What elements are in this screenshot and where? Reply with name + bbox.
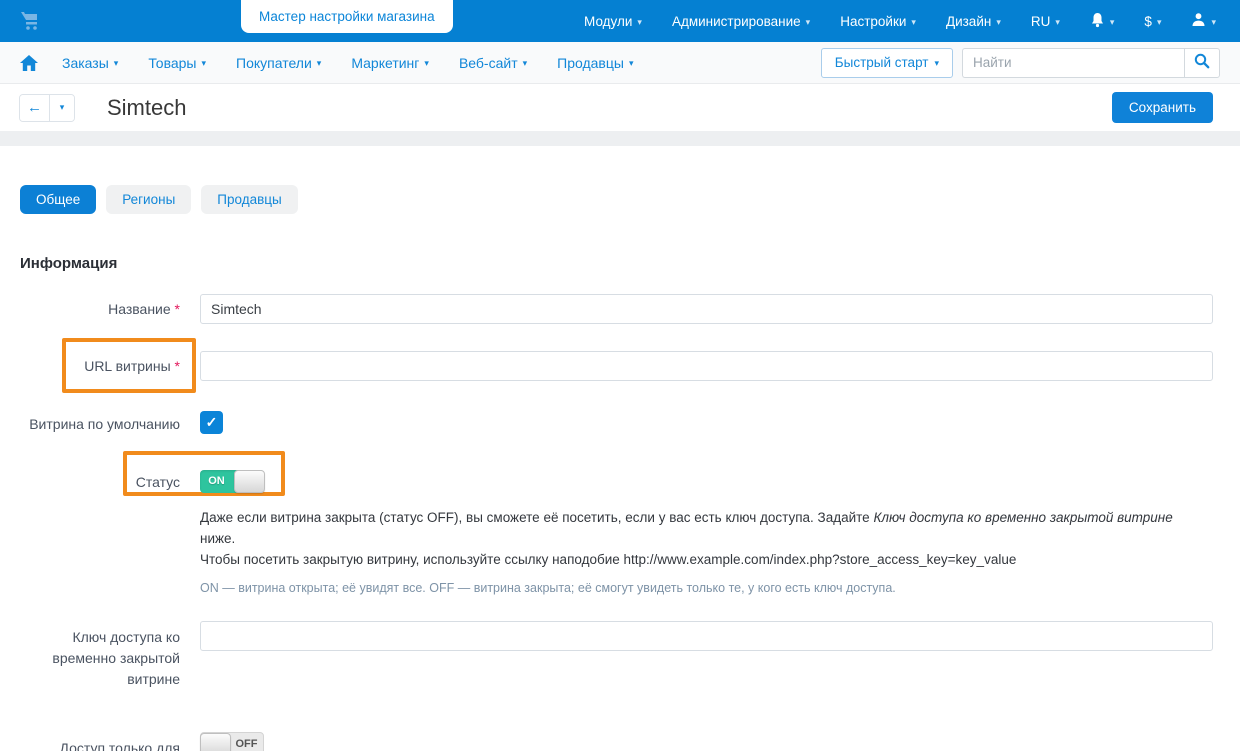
home-icon[interactable]	[20, 55, 38, 71]
top-admin-bar: Мастер настройки магазина Модули▾ Админи…	[0, 0, 1240, 42]
menu-settings[interactable]: Настройки▾	[840, 14, 916, 29]
nav-website[interactable]: Веб-сайт▾	[459, 55, 527, 71]
storefront-settings-page: Мастер настройки магазина Модули▾ Админи…	[0, 0, 1240, 751]
main-navbar: Заказы▾ Товары▾ Покупатели▾ Маркетинг▾ В…	[0, 42, 1240, 84]
cart-icon[interactable]	[20, 11, 42, 31]
menu-language[interactable]: RU▾	[1031, 14, 1060, 29]
menu-modules[interactable]: Модули▾	[584, 14, 642, 29]
menu-design[interactable]: Дизайн▾	[946, 14, 1001, 29]
name-label: Название *	[20, 299, 180, 320]
chevron-down-icon: ▾	[1110, 18, 1115, 27]
tab-general[interactable]: Общее	[20, 185, 96, 214]
status-label: Статус	[20, 470, 180, 493]
chevron-down-icon: ▾	[1211, 18, 1216, 27]
section-title-information: Информация	[20, 255, 1213, 272]
back-split-button: ← ▾	[19, 94, 75, 122]
tabs: Общее Регионы Продавцы	[20, 185, 1213, 214]
main-content: Общее Регионы Продавцы Информация Назван…	[0, 146, 1240, 751]
divider-strip	[0, 131, 1240, 146]
chevron-down-icon: ▾	[911, 18, 916, 27]
toggle-knob	[234, 470, 265, 493]
chevron-down-icon: ▾	[523, 59, 528, 68]
user-icon	[1191, 12, 1206, 30]
status-help-text: Даже если витрина закрыта (статус OFF), …	[200, 507, 1190, 570]
currency-menu[interactable]: $▾	[1144, 14, 1161, 29]
required-marker: *	[175, 301, 180, 317]
auth-only-label: Доступ только для авторизованных покупат…	[20, 732, 180, 751]
field-row-name: Название *	[20, 294, 1213, 324]
toggle-knob	[200, 733, 231, 751]
field-row-storefront-url: URL витрины *	[20, 351, 1213, 381]
chevron-down-icon: ▾	[629, 59, 634, 68]
auth-only-toggle-state: OFF	[230, 733, 263, 751]
auth-only-toggle[interactable]: OFF	[200, 732, 264, 751]
field-row-status: Статус ON Даже если витрина закрыта (ста…	[20, 470, 1213, 597]
storefront-url-label: URL витрины *	[20, 356, 180, 377]
access-key-label: Ключ доступа ко временно закрытой витрин…	[20, 621, 180, 690]
status-toggle-state: ON	[200, 470, 233, 493]
default-storefront-label: Витрина по умолчанию	[20, 411, 180, 435]
bell-icon	[1090, 12, 1105, 31]
user-account-menu[interactable]: ▾	[1191, 12, 1216, 30]
chevron-down-icon: ▾	[1157, 18, 1162, 27]
storefront-url-input[interactable]	[200, 351, 1213, 381]
back-button[interactable]: ←	[20, 95, 49, 121]
search-button[interactable]	[1184, 48, 1220, 78]
chevron-down-icon: ▾	[424, 59, 429, 68]
chevron-down-icon: ▾	[637, 18, 642, 27]
back-dropdown-button[interactable]: ▾	[49, 95, 74, 121]
nav-orders[interactable]: Заказы▾	[62, 55, 118, 71]
search-input[interactable]	[962, 48, 1184, 78]
chevron-down-icon: ▾	[317, 59, 322, 68]
required-marker: *	[175, 358, 180, 374]
page-title: Simtech	[107, 95, 186, 121]
chevron-down-icon: ▾	[806, 18, 811, 27]
status-muted-text: ON — витрина открыта; её увидят все. OFF…	[200, 579, 1190, 597]
menu-administration[interactable]: Администрирование▾	[672, 14, 810, 29]
save-button[interactable]: Сохранить	[1112, 92, 1213, 123]
currency-symbol: $	[1144, 14, 1152, 29]
status-toggle[interactable]: ON	[200, 470, 264, 493]
field-row-access-key: Ключ доступа ко временно закрытой витрин…	[20, 621, 1213, 690]
store-setup-wizard-button[interactable]: Мастер настройки магазина	[241, 0, 453, 33]
access-key-input[interactable]	[200, 621, 1213, 651]
chevron-down-icon: ▾	[202, 59, 207, 68]
quick-start-button[interactable]: Быстрый старт▾	[821, 48, 953, 78]
checkmark-icon: ✓	[206, 414, 218, 431]
top-menu: Модули▾ Администрирование▾ Настройки▾ Ди…	[584, 12, 1240, 31]
storefront-form: Название * URL витрины * Витрина по умол…	[20, 294, 1213, 751]
field-row-default-storefront: Витрина по умолчанию ✓	[20, 411, 1213, 435]
nav-marketing[interactable]: Маркетинг▾	[351, 55, 429, 71]
notifications-menu[interactable]: ▾	[1090, 12, 1115, 31]
nav-customers[interactable]: Покупатели▾	[236, 55, 321, 71]
tab-regions[interactable]: Регионы	[106, 185, 191, 214]
chevron-down-icon: ▾	[114, 59, 119, 68]
search-icon	[1194, 53, 1210, 72]
nav-products[interactable]: Товары▾	[148, 55, 206, 71]
nav-vendors[interactable]: Продавцы▾	[557, 55, 633, 71]
chevron-down-icon: ▾	[996, 18, 1001, 27]
name-input[interactable]	[200, 294, 1213, 324]
tab-vendors[interactable]: Продавцы	[201, 185, 297, 214]
page-header: ← ▾ Simtech Сохранить	[0, 84, 1240, 131]
default-storefront-checkbox[interactable]: ✓	[200, 411, 223, 434]
navbar-right: Быстрый старт▾	[821, 48, 1220, 78]
chevron-down-icon: ▾	[1055, 18, 1060, 27]
chevron-down-icon: ▾	[934, 59, 939, 68]
search-group	[962, 48, 1220, 78]
field-row-auth-only: Доступ только для авторизованных покупат…	[20, 732, 1213, 751]
